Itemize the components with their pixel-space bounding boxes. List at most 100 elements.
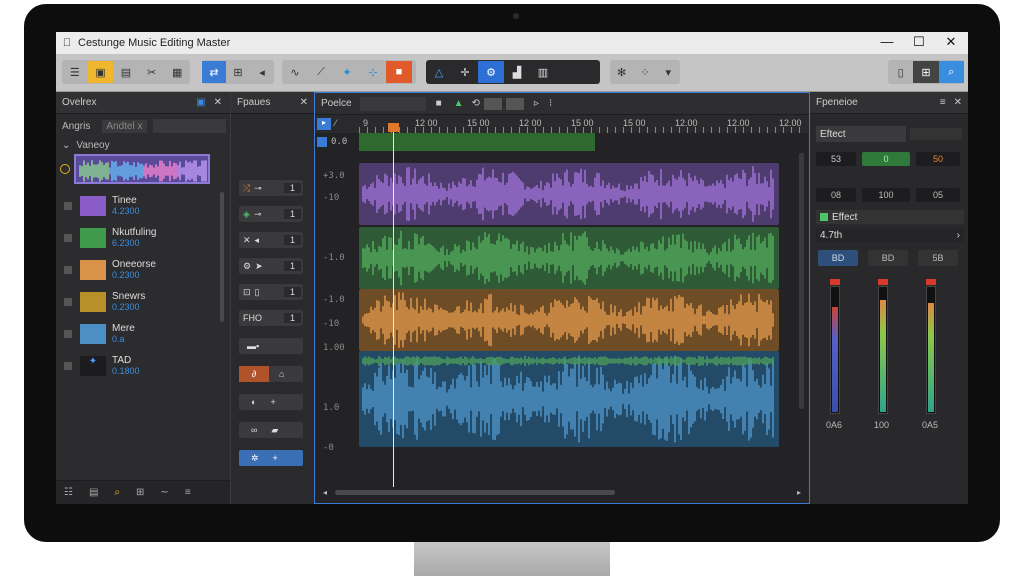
snap-icon[interactable]: ⊹ xyxy=(360,61,386,83)
cut-icon[interactable]: ✂ xyxy=(139,61,165,83)
cog-icon[interactable]: ✻ xyxy=(610,61,633,83)
list-icon[interactable]: ☰ xyxy=(62,61,88,83)
browser-item[interactable]: Oneeorse 0.2300 xyxy=(64,256,214,284)
track-4-count[interactable]: 1 xyxy=(283,261,301,271)
track-lane-green[interactable] xyxy=(359,227,779,289)
clipboard-icon[interactable]: ▤ xyxy=(89,487,98,498)
effect-slider[interactable] xyxy=(910,128,962,140)
loop-icon[interactable]: ∂ xyxy=(239,366,269,382)
toggle-icon[interactable]: ▬▪ xyxy=(247,341,259,351)
speaker-icon[interactable]: ◂ xyxy=(255,235,260,246)
bus-button-3[interactable]: 5B xyxy=(918,250,958,266)
value-2c[interactable]: 05 xyxy=(916,188,960,202)
stop-icon[interactable]: ■ xyxy=(436,98,442,109)
dots-icon[interactable]: ⁘ xyxy=(633,61,656,83)
stack-icon[interactable]: ▥ xyxy=(530,61,556,83)
value-1b[interactable]: 0 xyxy=(862,152,910,166)
key-field[interactable] xyxy=(505,97,524,110)
playhead[interactable] xyxy=(393,127,394,487)
track-1-count[interactable]: 1 xyxy=(283,183,301,193)
settings-icon[interactable]: ✲ xyxy=(251,453,259,464)
triangle-icon[interactable]: △ xyxy=(426,61,452,83)
chevron-down-icon[interactable]: ⌄ xyxy=(62,140,70,151)
effect-select[interactable]: Eftect xyxy=(816,126,906,142)
track-5-count[interactable]: 1 xyxy=(283,287,301,297)
track-3-count[interactable]: 1 xyxy=(283,235,301,245)
track-lane-blue[interactable] xyxy=(359,351,779,447)
grid-view-icon[interactable]: ⊞ xyxy=(136,487,144,498)
save-icon[interactable]: ▤ xyxy=(113,61,139,83)
track-6-count[interactable]: 1 xyxy=(283,313,301,323)
track-2-count[interactable]: 1 xyxy=(283,209,301,219)
editor-select[interactable] xyxy=(359,96,426,111)
close-button[interactable]: ✕ xyxy=(936,34,966,50)
loop-icon[interactable]: ⟲ xyxy=(472,98,480,109)
browser-item[interactable]: Snewrs 0.2300 xyxy=(64,288,214,316)
select-tool-icon[interactable]: ▸ xyxy=(317,118,331,130)
vertical-scrollbar[interactable] xyxy=(799,153,804,409)
send-icon[interactable]: ➤ xyxy=(255,261,263,272)
pencil-icon[interactable]: ⁄ xyxy=(335,118,337,128)
value-1c[interactable]: 50 xyxy=(916,152,960,166)
add-icon[interactable]: + xyxy=(273,453,278,463)
playhead-marker[interactable] xyxy=(388,123,399,132)
doc-icon[interactable]: ▯ xyxy=(255,287,260,298)
filter-input[interactable] xyxy=(152,119,226,133)
shuffle-icon[interactable]: ⤮ xyxy=(243,183,250,194)
diamond-icon[interactable]: ◈ xyxy=(243,209,250,220)
inspector-close-icon[interactable]: ✕ xyxy=(954,97,962,108)
home-icon[interactable]: ⌂ xyxy=(279,369,284,379)
layout-icon[interactable]: ⊞ xyxy=(913,61,939,83)
list-view-icon[interactable]: ☷ xyxy=(64,487,73,498)
browser-item[interactable]: Tinee 4.2300 xyxy=(64,192,214,220)
plus-icon[interactable]: + xyxy=(270,397,275,407)
pointer-icon[interactable]: ◂ xyxy=(250,61,274,83)
dropdown-icon[interactable]: ▾ xyxy=(657,61,680,83)
mixer-icon[interactable]: ▟ xyxy=(504,61,530,83)
fade-icon[interactable]: ⟋ xyxy=(308,61,334,83)
bpm-field[interactable] xyxy=(483,97,502,110)
browser-tab[interactable]: Ovelrex xyxy=(62,97,96,108)
browser-item[interactable]: ✦ TAD 0.1800 xyxy=(64,352,214,380)
browser-item[interactable]: Mere 0.a xyxy=(64,320,214,348)
scroll-left-icon[interactable]: ◂ xyxy=(323,488,327,497)
bus-button-2[interactable]: BD xyxy=(868,250,908,266)
browser-menu-icon[interactable]: ▣ xyxy=(196,97,205,108)
browser-item[interactable]: Nkutfuling 6.2300 xyxy=(64,224,214,252)
split-icon[interactable]: ⇄ xyxy=(202,61,226,83)
browser-scrollbar[interactable] xyxy=(220,192,224,322)
link-icon[interactable]: ⊸ xyxy=(254,183,262,194)
track-lane-purple[interactable] xyxy=(359,163,779,225)
item-checkbox[interactable] xyxy=(64,202,72,210)
item-checkbox[interactable] xyxy=(64,234,72,242)
minimize-button[interactable]: — xyxy=(872,34,902,49)
bookmark-icon[interactable]: ▰ xyxy=(271,425,278,436)
volume-icon[interactable]: ◐ xyxy=(251,397,256,407)
gear-icon[interactable]: ⚙ xyxy=(478,61,504,83)
select-icon[interactable]: ⊞ xyxy=(226,61,250,83)
value-1a[interactable]: 53 xyxy=(816,152,856,166)
horizontal-scrollbar[interactable] xyxy=(335,489,616,495)
frame-icon[interactable]: ⊡ xyxy=(243,287,251,298)
bus-button-1[interactable]: BD xyxy=(818,250,858,266)
loop-region[interactable] xyxy=(359,133,595,151)
wave-icon[interactable]: ∿ xyxy=(282,61,308,83)
item-checkbox[interactable] xyxy=(64,266,72,274)
nudge-icon[interactable]: ⁝ xyxy=(549,98,552,109)
maximize-button[interactable]: ☐ xyxy=(904,34,934,50)
tracks-close-icon[interactable]: ✕ xyxy=(300,97,308,108)
cross-icon[interactable]: ✕ xyxy=(243,235,251,246)
scroll-right-icon[interactable]: ▸ xyxy=(797,488,801,497)
effect2-row[interactable]: Effect xyxy=(816,210,964,224)
inspector-menu-icon[interactable]: ≡ xyxy=(940,97,946,108)
item-checkbox[interactable] xyxy=(64,298,72,306)
search-icon[interactable]: ⌕ xyxy=(938,61,964,83)
play-icon[interactable]: ▹ xyxy=(534,98,539,109)
effect2-value-row[interactable]: 4.7th › xyxy=(816,228,964,242)
search-icon[interactable]: ⌕ xyxy=(114,487,120,498)
grid-icon[interactable]: ▦ xyxy=(164,61,190,83)
value-2b[interactable]: 100 xyxy=(862,188,910,202)
gear-icon[interactable]: ⚙ xyxy=(243,261,251,272)
metronome-icon[interactable]: ▲ xyxy=(454,98,464,109)
cursor-icon[interactable]: ✛ xyxy=(452,61,478,83)
